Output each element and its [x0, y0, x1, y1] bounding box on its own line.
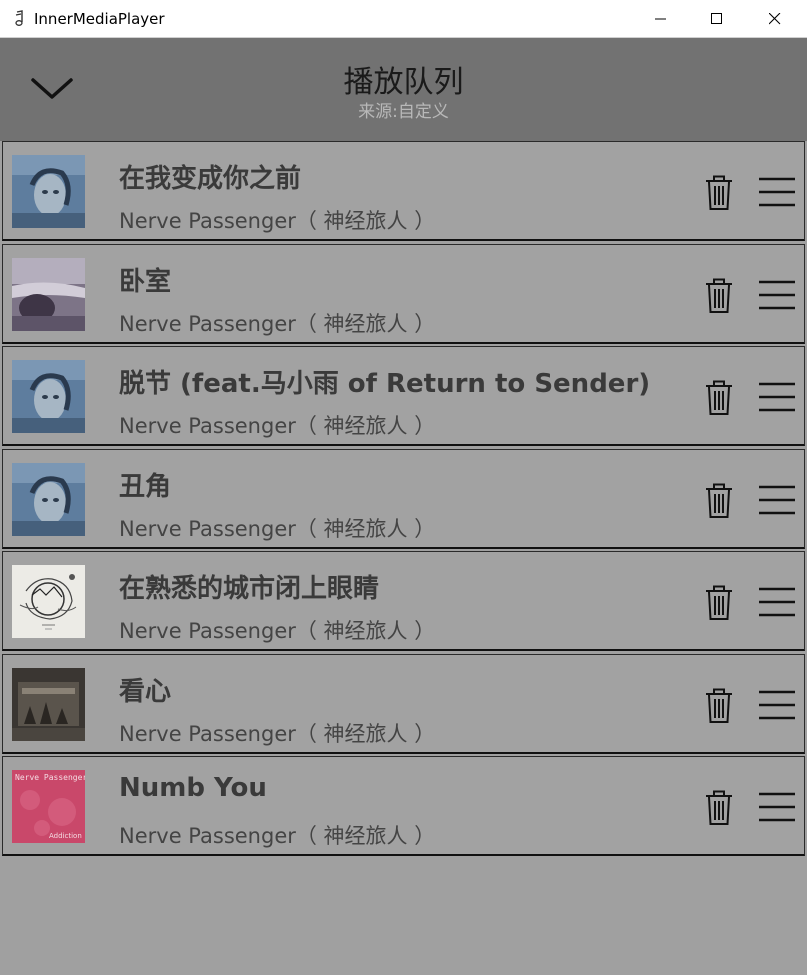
album-cover [12, 462, 85, 536]
song-artist: Nerve Passenger（ 神经旅人 ） [119, 311, 436, 336]
queue-item[interactable]: 看心 Nerve Passenger（ 神经旅人 ） [2, 653, 805, 754]
cover-album-text: Addiction [49, 832, 82, 840]
song-artist: Nerve Passenger（ 神经旅人 ） [119, 721, 436, 746]
trash-icon [706, 278, 732, 313]
song-title: 卧室 [119, 266, 172, 297]
app-music-icon [15, 10, 23, 26]
queue-item[interactable]: Nerve Passenger Addiction Numb You Nerve… [2, 756, 805, 856]
song-title: Numb You [119, 773, 267, 803]
queue-item[interactable]: 卧室 Nerve Passenger（ 神经旅人 ） [2, 243, 805, 344]
reorder-handle[interactable] [757, 791, 797, 823]
album-cover [12, 565, 85, 638]
close-button[interactable] [752, 0, 798, 38]
cover-band-text: Nerve Passenger [15, 773, 85, 782]
maximize-icon [711, 13, 722, 24]
song-title: 在熟悉的城市闭上眼睛 [119, 574, 380, 604]
remove-song-button[interactable] [703, 585, 735, 621]
remove-song-button[interactable] [703, 790, 735, 826]
menu-icon [759, 485, 795, 514]
remove-song-button[interactable] [703, 175, 735, 211]
song-title: 脱节 (feat.马小雨 of Return to Sender) [119, 369, 651, 399]
remove-song-button[interactable] [703, 380, 735, 416]
remove-song-button[interactable] [703, 278, 735, 314]
close-icon [769, 13, 781, 25]
reorder-handle[interactable] [757, 484, 797, 516]
maximize-button[interactable] [694, 0, 740, 38]
reorder-handle[interactable] [757, 586, 797, 618]
song-title: 丑角 [119, 471, 172, 502]
menu-icon [759, 280, 795, 309]
menu-icon [759, 690, 795, 719]
queue-item[interactable]: 在熟悉的城市闭上眼睛 Nerve Passenger（ 神经旅人 ） [2, 551, 805, 651]
menu-icon [759, 177, 795, 207]
trash-icon [706, 175, 732, 210]
song-artist: Nerve Passenger（ 神经旅人 ） [119, 516, 436, 541]
trash-icon [706, 688, 732, 723]
minimize-button[interactable] [638, 0, 684, 38]
queue-item[interactable]: 脱节 (feat.马小雨 of Return to Sender) Nerve … [2, 346, 805, 446]
song-artist: Nerve Passenger（ 神经旅人 ） [119, 414, 436, 438]
reorder-handle[interactable] [757, 689, 797, 721]
queue-item[interactable]: 丑角 Nerve Passenger（ 神经旅人 ） [2, 448, 805, 549]
remove-song-button[interactable] [703, 483, 735, 519]
window-titlebar: InnerMediaPlayer [0, 0, 807, 38]
window-title: InnerMediaPlayer [34, 10, 165, 28]
page-title: 播放队列 [343, 65, 464, 100]
album-cover [12, 155, 85, 228]
remove-song-button[interactable] [703, 688, 735, 724]
song-title: 在我变成你之前 [119, 164, 302, 194]
menu-icon [759, 587, 795, 617]
album-cover [12, 257, 85, 331]
song-title: 看心 [119, 676, 172, 707]
album-cover [12, 360, 85, 433]
queue-list: 在我变成你之前 Nerve Passenger（ 神经旅人 ） 卧室 Nerve… [2, 141, 805, 859]
reorder-handle[interactable] [757, 381, 797, 413]
reorder-handle[interactable] [757, 279, 797, 311]
menu-icon [759, 792, 795, 822]
menu-icon [759, 382, 795, 412]
song-artist: Nerve Passenger（ 神经旅人 ） [119, 824, 436, 848]
trash-icon [706, 380, 732, 415]
album-cover: Nerve Passenger Addiction [12, 770, 85, 843]
trash-icon [706, 483, 732, 518]
trash-icon [706, 790, 732, 825]
song-artist: Nerve Passenger（ 神经旅人 ） [119, 209, 436, 233]
reorder-handle[interactable] [757, 176, 797, 208]
song-artist: Nerve Passenger（ 神经旅人 ） [119, 619, 436, 643]
minimize-icon [655, 18, 666, 20]
trash-icon [706, 585, 732, 620]
queue-item[interactable]: 在我变成你之前 Nerve Passenger（ 神经旅人 ） [2, 141, 805, 241]
album-cover [12, 667, 85, 741]
queue-source-label: 来源:自定义 [358, 102, 449, 122]
